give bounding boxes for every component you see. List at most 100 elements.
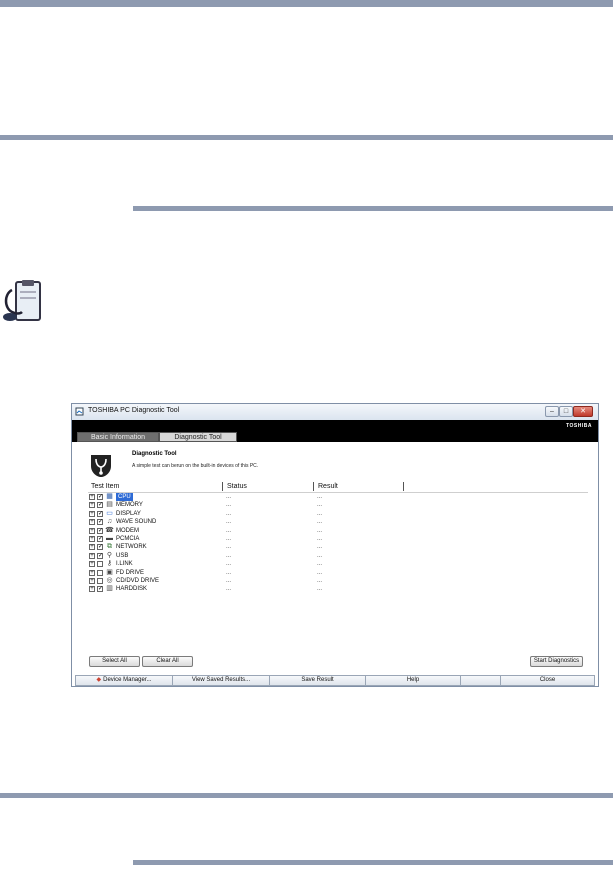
item-status: ... xyxy=(226,544,232,551)
item-label: MEMORY xyxy=(116,502,143,509)
column-header-test-item[interactable]: Test Item xyxy=(91,483,119,490)
expand-icon[interactable]: + xyxy=(89,519,95,526)
item-label: DISPLAY xyxy=(116,510,141,517)
item-result: ... xyxy=(317,519,323,526)
close-button[interactable]: Close xyxy=(501,676,594,685)
device-manager-icon: ◆ xyxy=(96,677,102,683)
subsection-rule xyxy=(133,206,613,211)
item-checkbox[interactable] xyxy=(97,569,103,576)
column-header-status[interactable]: Status xyxy=(227,483,247,490)
clear-all-button[interactable]: Clear All xyxy=(142,656,193,667)
expand-icon[interactable]: + xyxy=(89,569,95,576)
column-divider[interactable] xyxy=(313,482,314,491)
memory-icon: ▤ xyxy=(106,501,113,509)
maximize-button[interactable]: □ xyxy=(559,406,573,417)
title-bar[interactable]: TOSHIBA PC Diagnostic Tool – □ ✕ xyxy=(72,404,598,420)
item-result: ... xyxy=(317,544,323,551)
modem-icon: ☎ xyxy=(105,526,114,534)
display-icon: ▭ xyxy=(106,509,113,517)
column-header-result[interactable]: Result xyxy=(318,483,338,490)
item-label: I.LINK xyxy=(116,561,133,568)
tab-diagnostic-tool[interactable]: Diagnostic Tool xyxy=(159,432,237,442)
bottom-subsection-rule xyxy=(133,860,613,865)
item-label: CPU xyxy=(116,493,133,501)
sound-icon: ♫ xyxy=(106,518,113,526)
view-saved-results-button[interactable]: View Saved Results... xyxy=(173,676,270,685)
harddisk-icon: ▥ xyxy=(106,585,113,593)
app-icon xyxy=(75,407,84,416)
item-checkbox[interactable] xyxy=(97,561,103,568)
list-item[interactable]: + ✓ ▥ HARDDISK...... xyxy=(89,585,419,594)
item-status: ... xyxy=(226,510,232,517)
network-icon: ⧉ xyxy=(107,543,112,551)
panel-description: A simple test can berun on the built-in … xyxy=(132,463,259,469)
usb-icon: ⚲ xyxy=(106,551,113,559)
item-checkbox[interactable]: ✓ xyxy=(97,552,103,559)
diagnostic-tool-window: TOSHIBA PC Diagnostic Tool – □ ✕ TOSHIBA… xyxy=(71,403,599,687)
item-result: ... xyxy=(317,510,323,517)
item-label: USB xyxy=(116,552,129,559)
item-result: ... xyxy=(317,536,323,542)
bottom-section-rule xyxy=(0,793,613,798)
select-all-button[interactable]: Select All xyxy=(89,656,140,667)
item-result: ... xyxy=(317,578,323,584)
item-checkbox[interactable]: ✓ xyxy=(97,527,103,534)
expand-icon[interactable]: + xyxy=(89,494,95,500)
item-checkbox[interactable] xyxy=(97,578,103,584)
close-window-button[interactable]: ✕ xyxy=(573,406,593,417)
item-status: ... xyxy=(226,569,232,576)
item-checkbox[interactable]: ✓ xyxy=(97,510,103,517)
item-status: ... xyxy=(226,561,232,568)
item-result: ... xyxy=(317,494,323,500)
item-checkbox[interactable]: ✓ xyxy=(97,536,103,542)
minimize-button[interactable]: – xyxy=(545,406,559,417)
item-label: PCMCIA xyxy=(116,536,140,542)
item-status: ... xyxy=(226,586,232,593)
item-status: ... xyxy=(226,536,232,542)
column-divider[interactable] xyxy=(222,482,223,491)
item-label: HARDDISK xyxy=(116,586,148,593)
start-diagnostics-button[interactable]: Start Diagnostics xyxy=(530,656,583,667)
expand-icon[interactable]: + xyxy=(89,536,95,542)
expand-icon[interactable]: + xyxy=(89,527,95,534)
item-status: ... xyxy=(226,552,232,559)
item-label: CD/DVD DRIVE xyxy=(116,578,160,584)
pcmcia-icon: ▬ xyxy=(106,535,113,542)
expand-icon[interactable]: + xyxy=(89,578,95,584)
item-label: WAVE SOUND xyxy=(116,519,157,526)
item-result: ... xyxy=(317,561,323,568)
device-manager-button[interactable]: ◆ Device Manager... xyxy=(76,676,173,685)
expand-icon[interactable]: + xyxy=(89,552,95,559)
panel-heading: Diagnostic Tool xyxy=(132,451,177,457)
expand-icon[interactable]: + xyxy=(89,502,95,509)
toolbar-spacer xyxy=(461,676,501,685)
expand-icon[interactable]: + xyxy=(89,510,95,517)
item-checkbox[interactable]: ✓ xyxy=(97,586,103,593)
item-result: ... xyxy=(317,569,323,576)
item-label: NETWORK xyxy=(116,544,147,551)
cpu-icon: ▦ xyxy=(106,493,113,500)
device-manager-label: Device Manager... xyxy=(103,677,152,683)
item-checkbox[interactable]: ✓ xyxy=(97,502,103,509)
diagnostic-clipboard-icon xyxy=(3,280,41,321)
item-status: ... xyxy=(226,494,232,500)
item-checkbox[interactable]: ✓ xyxy=(97,544,103,551)
ilink-icon: ⚷ xyxy=(106,560,113,568)
help-button[interactable]: Help xyxy=(366,676,461,685)
item-result: ... xyxy=(317,527,323,534)
item-checkbox[interactable]: ✓ xyxy=(97,494,103,500)
expand-icon[interactable]: + xyxy=(89,586,95,593)
save-result-button[interactable]: Save Result xyxy=(270,676,366,685)
item-status: ... xyxy=(226,502,232,509)
item-result: ... xyxy=(317,502,323,509)
expand-icon[interactable]: + xyxy=(89,544,95,551)
column-divider[interactable] xyxy=(403,482,404,491)
tab-basic-information[interactable]: Basic Information xyxy=(77,432,159,442)
item-status: ... xyxy=(226,527,232,534)
item-checkbox[interactable]: ✓ xyxy=(97,519,103,526)
expand-icon[interactable]: + xyxy=(89,561,95,568)
cd-dvd-icon: ◎ xyxy=(106,577,113,584)
fd-drive-icon: ▣ xyxy=(106,568,113,576)
top-rule xyxy=(0,0,613,7)
item-status: ... xyxy=(226,519,232,526)
